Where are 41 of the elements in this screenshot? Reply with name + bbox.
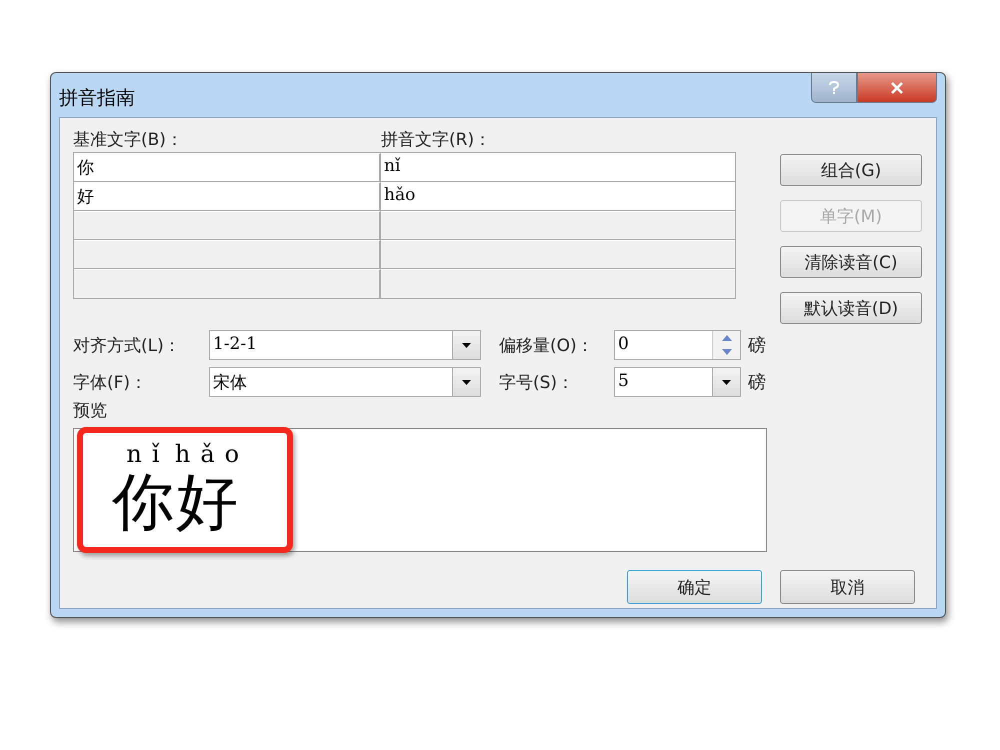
column-label: 拼音文字(R)： xyxy=(381,128,492,150)
caret-icon xyxy=(462,380,471,384)
window-title: 拼音指南 xyxy=(59,86,135,111)
base-text-field[interactable] xyxy=(74,269,381,298)
down-arrow-icon xyxy=(722,349,732,355)
alignment-dropdown[interactable]: 1-2-1 xyxy=(209,330,481,360)
column-label: 基准文字(B)： xyxy=(73,128,184,150)
unit-label: 磅 xyxy=(748,334,766,357)
size-label: 字号(S)： xyxy=(499,372,576,394)
size-dropdown[interactable]: 5 xyxy=(614,367,741,397)
caret-icon xyxy=(462,342,471,348)
base-text-field[interactable]: 你 xyxy=(74,153,381,182)
ruby-text-field[interactable]: nǐ xyxy=(381,153,735,182)
close-icon xyxy=(890,82,904,94)
offset-label: 偏移量(O)： xyxy=(499,334,595,356)
base-text-field[interactable] xyxy=(74,240,381,269)
ruby-text-field[interactable]: hǎo xyxy=(381,182,735,211)
font-dropdown[interactable]: 宋体 xyxy=(209,367,481,397)
action-button[interactable]: 默认读音(D) xyxy=(780,292,922,324)
help-icon xyxy=(828,80,840,94)
preview-label: 预览 xyxy=(73,400,108,422)
close-button[interactable] xyxy=(857,73,937,103)
cancel-button[interactable]: 取消 xyxy=(780,570,915,604)
action-button[interactable]: 清除读音(C) xyxy=(780,246,922,278)
ruby-text-field[interactable] xyxy=(381,240,735,269)
action-button[interactable]: 组合(G) xyxy=(780,154,922,186)
pinyin-text: nǐ xyxy=(126,439,170,469)
alignment-label: 对齐方式(L)： xyxy=(73,334,182,356)
offset-spinbox[interactable]: 0 xyxy=(614,330,741,360)
preview-character: 你 xyxy=(112,469,174,535)
ruby-text-field[interactable] xyxy=(381,211,735,240)
base-text-field[interactable]: 好 xyxy=(74,182,381,211)
up-arrow-icon xyxy=(722,335,732,341)
caret-icon xyxy=(722,380,731,384)
unit-label: 磅 xyxy=(748,371,766,394)
ok-button[interactable]: 确定 xyxy=(627,570,762,604)
help-button[interactable] xyxy=(811,73,857,103)
base-text-field[interactable] xyxy=(74,211,381,240)
preview-character: 好 xyxy=(176,469,238,535)
font-label: 字体(F)： xyxy=(73,372,148,394)
pinyin-text: hǎo xyxy=(174,439,250,469)
